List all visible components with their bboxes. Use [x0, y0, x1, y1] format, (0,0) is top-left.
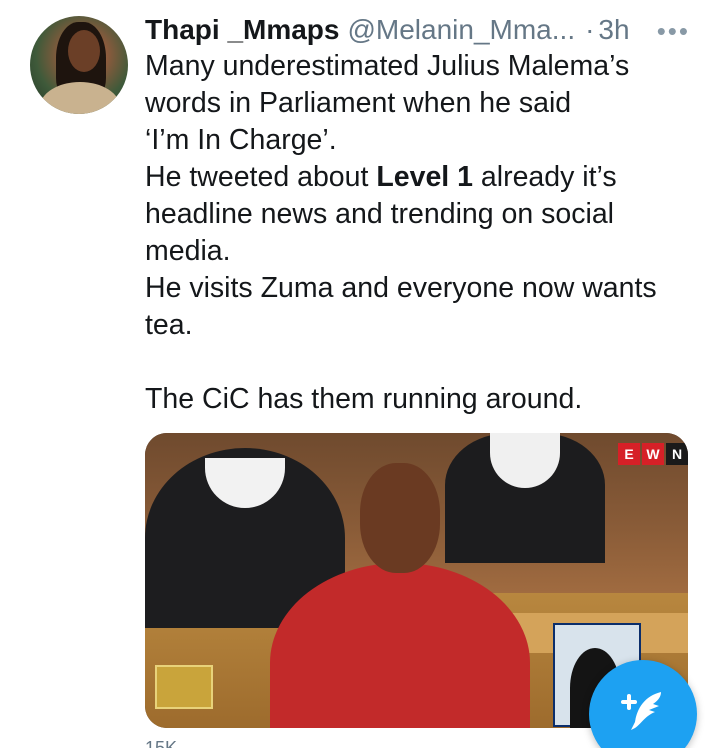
ewn-logo: E W N	[616, 443, 688, 465]
tweet-text-segment: already it’s	[472, 161, 617, 193]
ewn-letter: N	[666, 443, 688, 465]
tweet-line: words in Parliament when he said	[145, 87, 572, 119]
user-handle[interactable]: @Melanin_Mma...	[347, 14, 575, 46]
tweet-text: Many underestimated Julius Malema’s word…	[145, 48, 705, 418]
tweet-line: The CiC has them running around.	[145, 383, 583, 415]
avatar[interactable]	[30, 16, 128, 114]
tweet-text-segment: He tweeted about	[145, 161, 377, 193]
tweet-line: Many underestimated Julius Malema’s	[145, 50, 630, 82]
view-count-peek: 15K	[145, 738, 178, 748]
separator-dot: ·	[585, 14, 595, 45]
tweet[interactable]: Thapi _Mmaps @Melanin_Mma... · 3h ••• Ma…	[0, 0, 720, 748]
display-name[interactable]: Thapi _Mmaps	[145, 14, 339, 46]
timestamp[interactable]: 3h	[598, 14, 629, 46]
tweet-line: tea.	[145, 309, 193, 341]
compose-feather-plus-icon	[621, 692, 661, 730]
ewn-letter: E	[618, 443, 640, 465]
avatar-shoulder	[40, 82, 120, 114]
more-options-icon[interactable]: •••	[657, 16, 690, 47]
tweet-header: Thapi _Mmaps @Melanin_Mma... · 3h •••	[145, 10, 690, 50]
tweet-line: He visits Zuma and everyone now wants	[145, 272, 657, 304]
tweet-line: headline news and trending on social	[145, 198, 614, 230]
media-speaker-head	[360, 463, 440, 573]
avatar-face	[68, 30, 100, 72]
bold-level-1: Level 1	[376, 161, 473, 193]
parliament-logo	[155, 665, 213, 709]
tweet-line: media.	[145, 235, 231, 267]
ewn-letter: W	[642, 443, 664, 465]
tweet-line: He tweeted about Level 1 already it’s	[145, 159, 705, 196]
tweet-line: ‘I’m In Charge’.	[145, 124, 337, 156]
